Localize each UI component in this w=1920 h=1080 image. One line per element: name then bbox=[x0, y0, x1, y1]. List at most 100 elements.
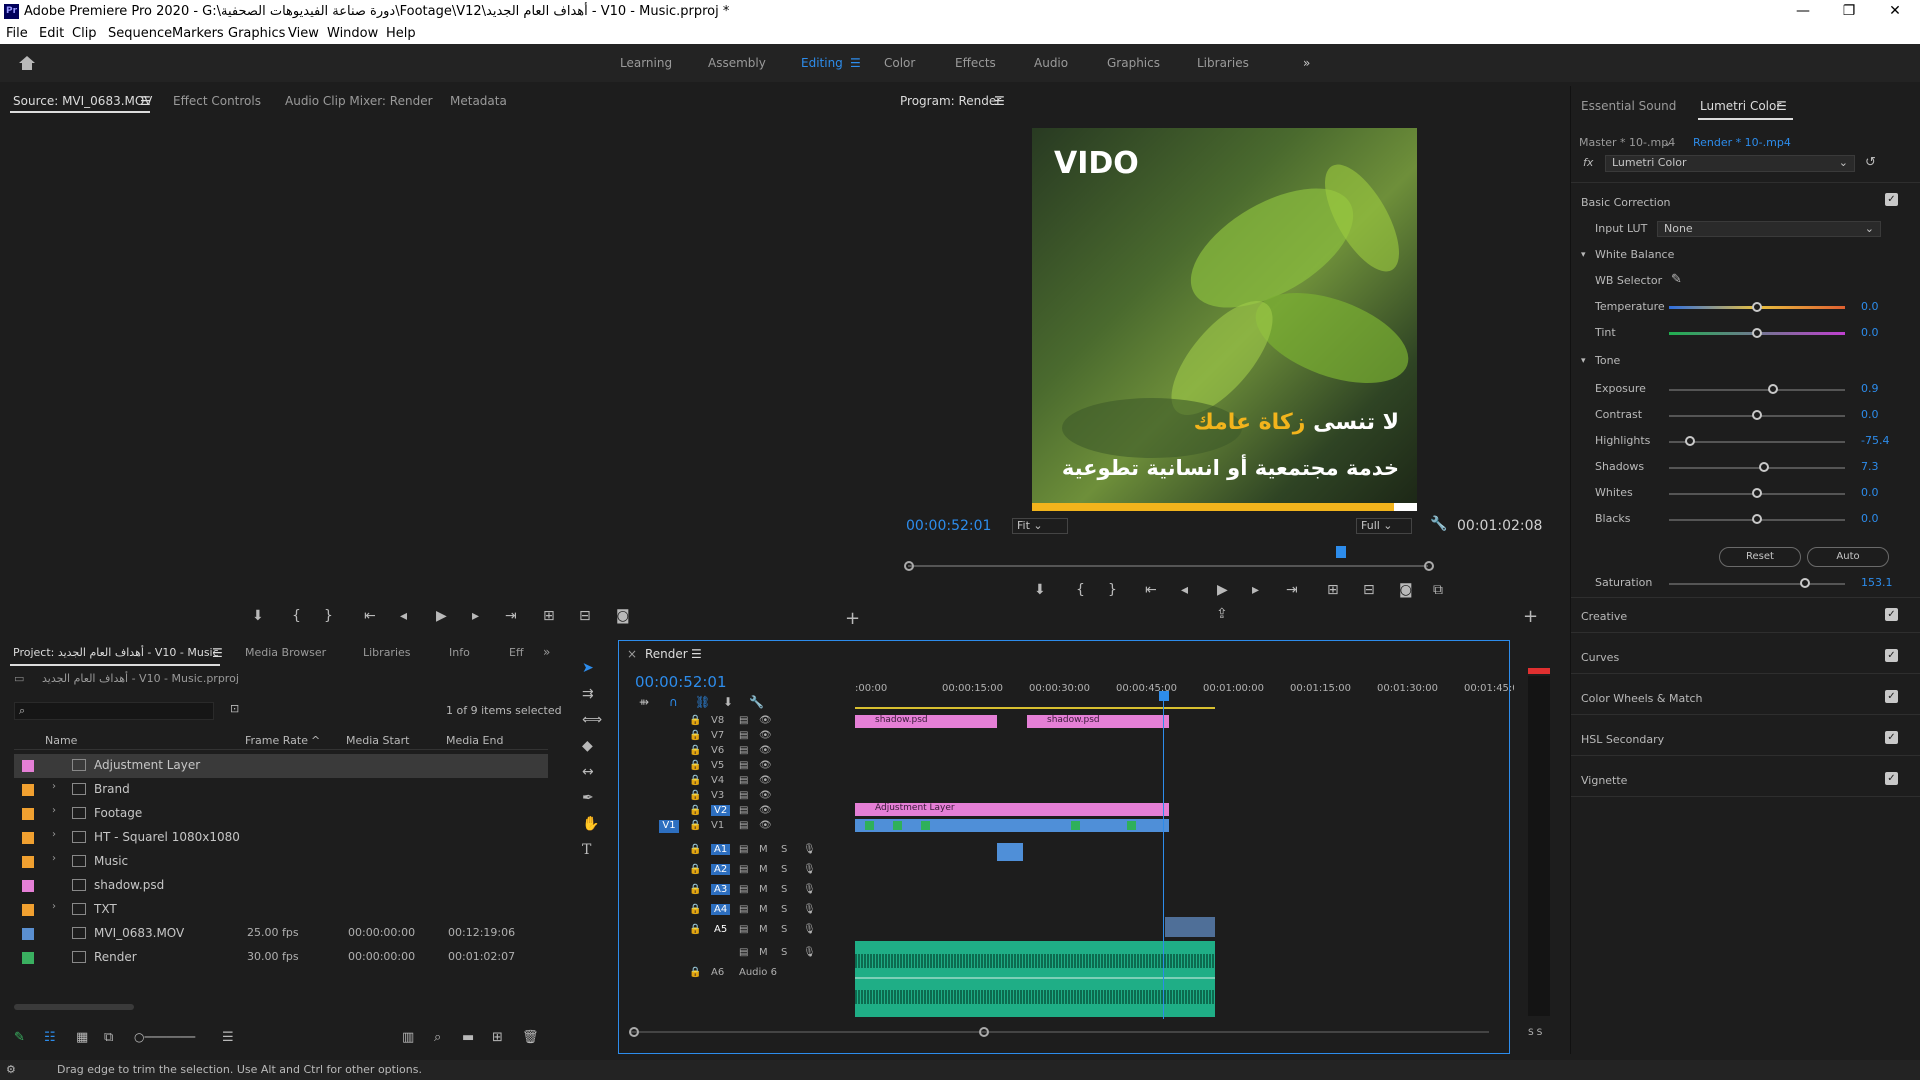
lock-icon[interactable]: 🔒 bbox=[689, 967, 701, 978]
track-name[interactable]: V7 bbox=[711, 730, 724, 741]
video-track-header[interactable]: 🔒 V6 ▤ 👁 bbox=[659, 745, 849, 760]
tone-slider-handle[interactable] bbox=[1752, 514, 1762, 524]
eye-icon[interactable]: 👁 bbox=[759, 775, 772, 786]
project-item-row[interactable]: › Brand bbox=[14, 778, 548, 802]
mute-button[interactable]: M bbox=[759, 904, 768, 915]
scrub-end-handle[interactable] bbox=[1424, 561, 1434, 571]
menu-clip[interactable]: Clip bbox=[72, 26, 97, 41]
lock-icon[interactable]: 🔒 bbox=[689, 805, 701, 816]
timeline-horizontal-scrollbar[interactable] bbox=[629, 1031, 1489, 1033]
eye-icon[interactable]: 👁 bbox=[759, 805, 772, 816]
menu-help[interactable]: Help bbox=[386, 26, 416, 41]
workspace-menu-icon[interactable]: ☰ bbox=[850, 56, 861, 70]
label-color-swatch[interactable] bbox=[22, 952, 34, 964]
program-video-frame[interactable]: VIDO لا تنسى زكاة عامك خدمة مجتمعية أو ا… bbox=[1032, 128, 1417, 511]
solo-button[interactable]: S bbox=[781, 884, 787, 895]
section-curves[interactable]: Curves bbox=[1581, 651, 1619, 664]
project-item-row[interactable]: › Music bbox=[14, 850, 548, 874]
tab-project[interactable]: Project: أهداف العام الجديد - V10 - Musi… bbox=[13, 646, 219, 659]
program-scrub-bar[interactable] bbox=[908, 565, 1428, 567]
sync-lock-icon[interactable]: ▤ bbox=[739, 775, 748, 786]
tone-slider-value[interactable]: -75.4 bbox=[1861, 434, 1889, 447]
mute-button[interactable]: M bbox=[759, 844, 768, 855]
audio-track-header[interactable]: 🔒 A3 ▤ M S 🎙 bbox=[659, 884, 849, 899]
track-name[interactable]: A1 bbox=[711, 844, 731, 855]
a1-audio-clip[interactable] bbox=[997, 843, 1023, 861]
microphone-icon[interactable]: 🎙 bbox=[803, 924, 816, 935]
solo-button[interactable]: S bbox=[781, 844, 787, 855]
mute-button[interactable]: M bbox=[759, 884, 768, 895]
label-color-swatch[interactable] bbox=[22, 784, 34, 796]
track-name[interactable]: V8 bbox=[711, 715, 724, 726]
step-back-icon[interactable]: ◂ bbox=[400, 608, 407, 624]
creative-checkbox[interactable]: ✓ bbox=[1885, 608, 1898, 621]
project-item-row[interactable]: Adjustment Layer bbox=[14, 754, 548, 778]
slip-tool-icon[interactable]: ↔ bbox=[582, 764, 594, 780]
track-name[interactable]: A6 bbox=[711, 967, 724, 978]
temperature-slider-handle[interactable] bbox=[1752, 302, 1762, 312]
wrench-icon[interactable]: 🔧 bbox=[749, 695, 764, 709]
reset-effect-icon[interactable]: ↺ bbox=[1865, 155, 1876, 170]
project-item-row[interactable]: › HT - Squarel 1080x1080 bbox=[14, 826, 548, 850]
track-name[interactable]: A4 bbox=[711, 904, 731, 915]
sync-lock-icon[interactable]: ▤ bbox=[739, 844, 748, 855]
tone-slider-track[interactable] bbox=[1669, 467, 1845, 469]
microphone-icon[interactable]: 🎙 bbox=[803, 884, 816, 895]
tab-program[interactable]: Program: Render bbox=[900, 94, 1001, 108]
mark-out-icon[interactable]: } bbox=[1108, 582, 1117, 598]
label-color-swatch[interactable] bbox=[22, 928, 34, 940]
timeline-playhead-head[interactable] bbox=[1159, 691, 1169, 701]
lock-icon[interactable]: 🔒 bbox=[689, 775, 701, 786]
tint-slider-handle[interactable] bbox=[1752, 328, 1762, 338]
video-track-header[interactable]: 🔒 V4 ▤ 👁 bbox=[659, 775, 849, 790]
microphone-icon[interactable]: 🎙 bbox=[803, 904, 816, 915]
eye-icon[interactable]: 👁 bbox=[759, 820, 772, 831]
audio-track-header[interactable]: 🔒 A1 ▤ M S 🎙 bbox=[659, 844, 849, 859]
eye-icon[interactable]: 👁 bbox=[759, 745, 772, 756]
tone-slider-track[interactable] bbox=[1669, 389, 1845, 391]
lock-icon[interactable]: 🔒 bbox=[689, 790, 701, 801]
solo-button[interactable]: S bbox=[781, 924, 787, 935]
adjustment-layer-clip[interactable]: Adjustment Layer bbox=[855, 803, 1169, 816]
hand-tool-icon[interactable]: ✋ bbox=[582, 816, 599, 832]
section-hsl-secondary[interactable]: HSL Secondary bbox=[1581, 733, 1664, 746]
workspace-audio[interactable]: Audio bbox=[1034, 56, 1068, 70]
video-track-header[interactable]: 🔒 V5 ▤ 👁 bbox=[659, 760, 849, 775]
pencil-icon[interactable]: ✎ bbox=[14, 1030, 25, 1045]
eye-icon[interactable]: 👁 bbox=[759, 760, 772, 771]
tab-libraries[interactable]: Libraries bbox=[363, 646, 411, 659]
tab-essential-sound[interactable]: Essential Sound bbox=[1581, 99, 1676, 113]
audio-track-header[interactable]: 🔒 A5 ▤ M S 🎙 bbox=[659, 924, 849, 939]
basic-correction-checkbox[interactable]: ✓ bbox=[1885, 193, 1898, 206]
column-media-end[interactable]: Media End bbox=[446, 734, 503, 747]
sort-icon[interactable]: ☰ bbox=[222, 1030, 234, 1045]
mute-button[interactable]: M bbox=[759, 864, 768, 875]
sync-lock-icon[interactable]: ▤ bbox=[739, 904, 748, 915]
new-search-bin-icon[interactable]: ⊡ bbox=[230, 702, 239, 715]
source-patch-v1[interactable]: V1 bbox=[659, 820, 679, 833]
label-color-swatch[interactable] bbox=[22, 880, 34, 892]
add-button-icon[interactable]: + bbox=[1523, 606, 1538, 627]
curves-checkbox[interactable]: ✓ bbox=[1885, 649, 1898, 662]
track-name[interactable]: V2 bbox=[711, 805, 731, 816]
fit-dropdown[interactable]: Fit ⌄ bbox=[1012, 518, 1068, 534]
zoom-slider-icon[interactable]: ○─────── bbox=[134, 1030, 195, 1044]
label-color-swatch[interactable] bbox=[22, 808, 34, 820]
panel-menu-icon[interactable]: ☰ bbox=[212, 646, 223, 660]
tab-lumetri-color[interactable]: Lumetri Color bbox=[1700, 99, 1781, 113]
tab-metadata[interactable]: Metadata bbox=[450, 94, 507, 108]
eye-icon[interactable]: 👁 bbox=[759, 790, 772, 801]
lock-icon[interactable]: 🔒 bbox=[689, 884, 701, 895]
section-creative[interactable]: Creative bbox=[1581, 610, 1627, 623]
project-item-row[interactable]: › TXT bbox=[14, 898, 548, 922]
lock-icon[interactable]: 🔒 bbox=[689, 844, 701, 855]
program-playhead[interactable] bbox=[1336, 546, 1346, 558]
tint-value[interactable]: 0.0 bbox=[1861, 326, 1879, 339]
shadow-clip-2[interactable]: shadow.psd bbox=[1027, 715, 1169, 728]
chevron-down-icon[interactable]: ▾ bbox=[1581, 356, 1586, 366]
sync-lock-icon[interactable]: ▤ bbox=[739, 790, 748, 801]
linked-selection-icon[interactable]: ⛓ bbox=[695, 695, 710, 709]
mute-button[interactable]: M bbox=[759, 924, 768, 935]
tone-slider-handle[interactable] bbox=[1759, 462, 1770, 472]
v1-video-clips[interactable] bbox=[855, 819, 1169, 832]
